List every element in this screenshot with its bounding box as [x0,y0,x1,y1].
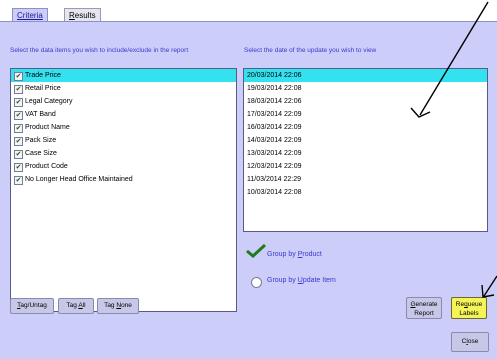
annotation-arrow-requeue [481,275,497,298]
app-window: Criteria Results Select the data items y… [0,0,497,359]
annotation-arrows [410,1,497,298]
annotation-arrow-dates [410,1,489,118]
